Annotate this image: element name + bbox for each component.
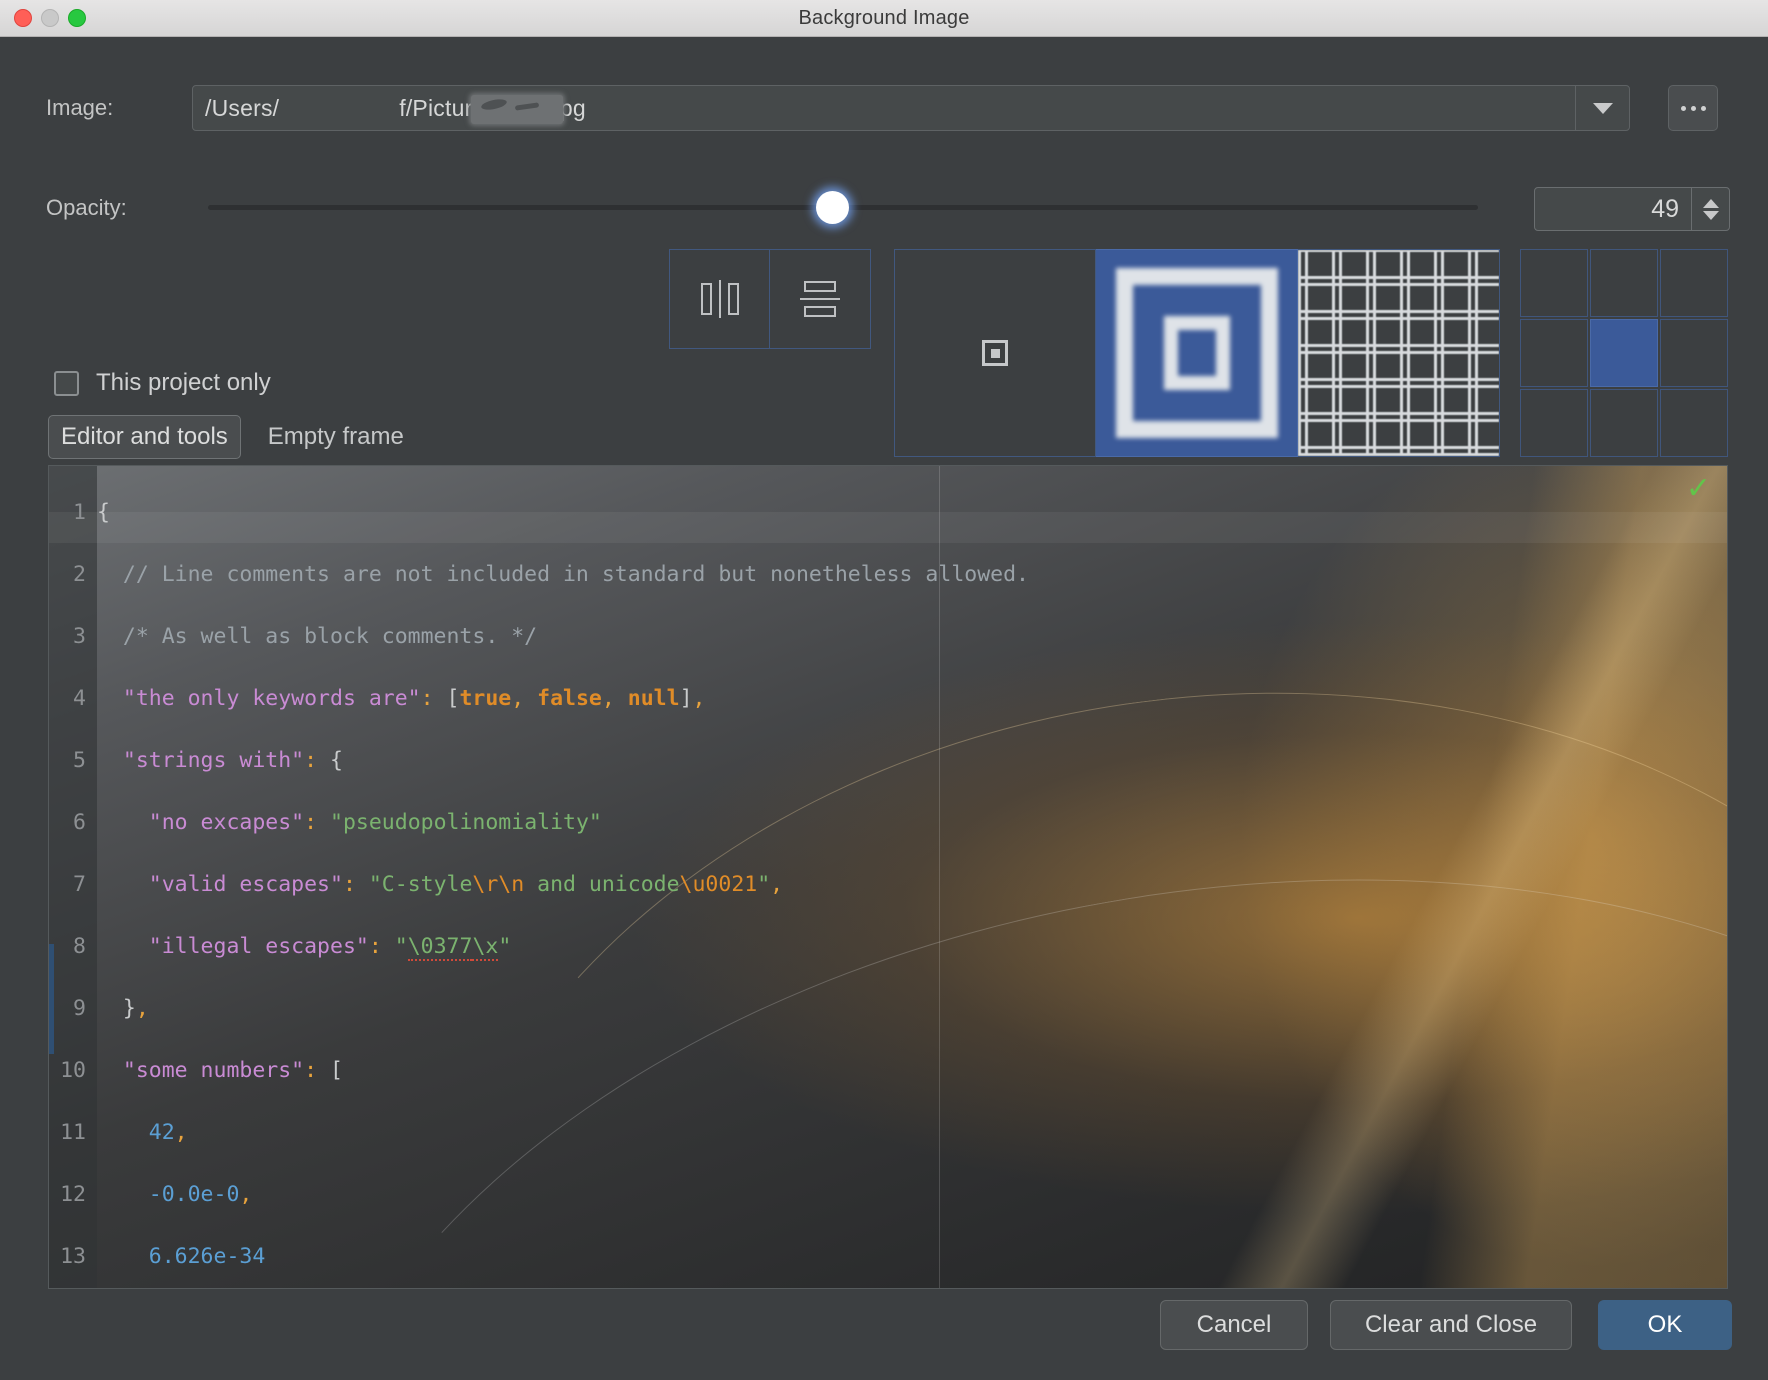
tab-empty-frame[interactable]: Empty frame	[256, 416, 416, 458]
code-sample: 1{ 2 // Line comments are not included i…	[49, 466, 1029, 1288]
fill-mode-tile-button[interactable]	[1298, 249, 1500, 457]
code-line: 13 6.626e-34	[49, 1241, 1029, 1272]
background-image-dialog: Image: /Users/f/Pictures/idea.jpg Opacit…	[0, 37, 1768, 1380]
line-number: 12	[60, 1182, 86, 1207]
flip-vertical-button[interactable]	[770, 249, 871, 349]
code-line: 10 "some numbers": [	[49, 1055, 1029, 1086]
code-line: 3 /* As well as block comments. */	[49, 621, 1029, 652]
minimize-window-button[interactable]	[41, 9, 59, 27]
line-number: 8	[73, 934, 86, 959]
anchor-position-grid	[1520, 249, 1728, 457]
line-number: 5	[73, 748, 86, 773]
flip-horizontal-icon	[700, 280, 739, 318]
line-number: 10	[60, 1058, 86, 1083]
opacity-label: Opacity:	[46, 195, 127, 220]
redacted-username	[471, 95, 563, 124]
anchor-cell-top-right[interactable]	[1660, 249, 1728, 317]
line-number: 6	[73, 810, 86, 835]
fill-mode-center-button[interactable]	[894, 249, 1096, 457]
stepper-down-icon[interactable]	[1702, 210, 1719, 220]
anchor-cell-middle-center[interactable]	[1590, 319, 1658, 387]
anchor-cell-bottom-left[interactable]	[1520, 389, 1588, 457]
chevron-down-icon	[1592, 102, 1613, 114]
anchor-cell-bottom-center[interactable]	[1590, 389, 1658, 457]
flip-vertical-icon	[800, 281, 840, 317]
browse-file-button[interactable]	[1668, 85, 1718, 131]
code-line: 8 "illegal escapes": "\0377\x"	[49, 931, 1029, 962]
code-line: 6 "no excapes": "pseudopolinomiality"	[49, 807, 1029, 838]
center-image-icon	[982, 340, 1008, 366]
anchor-cell-middle-right[interactable]	[1660, 319, 1728, 387]
ok-button[interactable]: OK	[1598, 1300, 1732, 1350]
editor-overlay: 1{ 2 // Line comments are not included i…	[49, 466, 1727, 1288]
code-line: 7 "valid escapes": "C-style\r\n and unic…	[49, 869, 1029, 900]
line-number: 13	[60, 1244, 86, 1269]
code-line: 9 },	[49, 993, 1029, 1024]
image-path-combobox[interactable]: /Users/f/Pictures/idea.jpg	[192, 85, 1630, 131]
code-line: 2 // Line comments are not included in s…	[49, 559, 1029, 590]
tab-editor-and-tools[interactable]: Editor and tools	[48, 415, 241, 459]
green-checkmark-icon[interactable]: ✓	[1686, 474, 1711, 504]
tile-image-icon	[1298, 250, 1499, 456]
line-number: 9	[73, 996, 86, 1021]
opacity-slider-thumb[interactable]	[816, 191, 849, 224]
line-number: 3	[73, 624, 86, 649]
this-project-only-checkbox[interactable]	[54, 370, 79, 396]
opacity-value[interactable]: 49	[1535, 195, 1691, 224]
line-number: 2	[73, 562, 86, 587]
ellipsis-icon	[1690, 105, 1696, 111]
flip-horizontal-button[interactable]	[669, 249, 770, 349]
image-path-prefix: /Users/	[205, 94, 280, 121]
image-path-dropdown-button[interactable]	[1575, 86, 1629, 130]
line-number: 1	[73, 500, 86, 525]
code-line: 12 -0.0e-0,	[49, 1179, 1029, 1210]
code-line: 5 "strings with": {	[49, 745, 1029, 776]
ellipsis-icon	[1700, 105, 1706, 111]
traffic-lights	[14, 9, 86, 27]
flip-button-group	[669, 249, 871, 349]
code-line: 4 "the only keywords are": [true, false,…	[49, 683, 1029, 714]
preview-tab-bar: Editor and tools Empty frame	[48, 415, 416, 459]
code-line: 11 42,	[49, 1117, 1029, 1148]
ellipsis-icon	[1680, 105, 1686, 111]
anchor-cell-bottom-right[interactable]	[1660, 389, 1728, 457]
image-label: Image:	[46, 95, 114, 120]
window-title: Background Image	[798, 6, 970, 29]
anchor-cell-top-left[interactable]	[1520, 249, 1588, 317]
clear-and-close-button[interactable]: Clear and Close	[1330, 1300, 1572, 1350]
scale-image-icon	[1107, 260, 1286, 446]
fill-mode-scale-button[interactable]	[1096, 249, 1298, 457]
code-line: 1{	[49, 497, 1029, 528]
close-window-button[interactable]	[14, 9, 32, 27]
stepper-up-icon[interactable]	[1702, 198, 1719, 208]
background-preview-pane[interactable]: 1{ 2 // Line comments are not included i…	[48, 465, 1728, 1289]
anchor-cell-top-center[interactable]	[1590, 249, 1658, 317]
opacity-spinner[interactable]: 49	[1534, 187, 1730, 231]
maximize-window-button[interactable]	[68, 9, 86, 27]
cancel-button[interactable]: Cancel	[1160, 1300, 1308, 1350]
dialog-footer: Cancel Clear and Close OK	[0, 1270, 1768, 1380]
this-project-only-row[interactable]: This project only	[54, 369, 271, 397]
line-number: 4	[73, 686, 86, 711]
anchor-cell-middle-left[interactable]	[1520, 319, 1588, 387]
this-project-only-label: This project only	[96, 369, 271, 396]
opacity-stepper[interactable]	[1691, 188, 1729, 230]
line-number: 7	[73, 872, 86, 897]
fill-mode-button-group	[894, 249, 1500, 457]
image-path-row: Image: /Users/f/Pictures/idea.jpg	[0, 85, 1768, 131]
window-titlebar: Background Image	[0, 0, 1768, 37]
line-number: 11	[60, 1120, 86, 1145]
